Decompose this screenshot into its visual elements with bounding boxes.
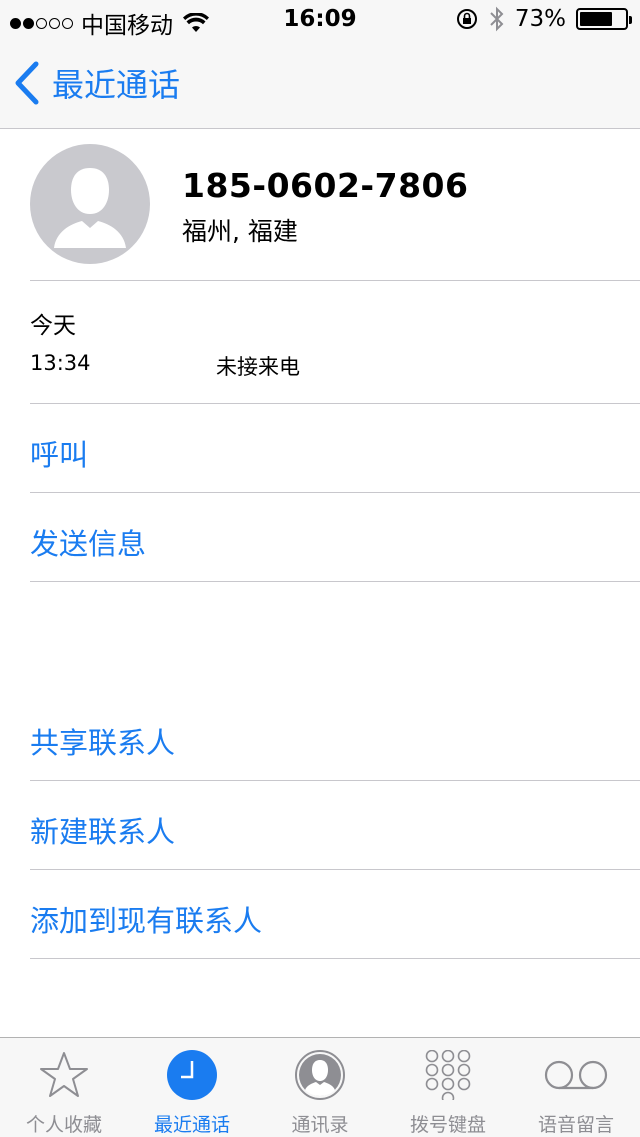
tab-label: 最近通话 [153, 1114, 230, 1136]
contact-phone-number: 185-0602-7806 [182, 166, 469, 205]
tab-voicemail[interactable]: 语音留言 [512, 1038, 640, 1137]
avatar [30, 144, 150, 264]
back-label: 最近通话 [52, 66, 181, 104]
battery-percent: 73% [514, 6, 566, 32]
person-silhouette-icon [54, 168, 126, 248]
contact-location: 福州, 福建 [182, 217, 298, 246]
bluetooth-icon [490, 6, 504, 32]
rotation-lock-icon [456, 9, 477, 29]
divider [30, 280, 640, 281]
tab-label: 拨号键盘 [409, 1114, 486, 1136]
divider [30, 403, 640, 404]
status-right: 73% [455, 6, 632, 32]
status-bar: 中国移动 16:09 73% [0, 0, 640, 40]
clock-icon [167, 1050, 217, 1100]
tab-label: 语音留言 [537, 1114, 614, 1136]
tab-label: 通讯录 [291, 1114, 349, 1136]
call-type: 未接来电 [216, 355, 300, 379]
tab-recents[interactable]: 最近通话 [128, 1038, 256, 1137]
call-day: 今天 [30, 313, 76, 339]
tab-keypad[interactable]: 拨号键盘 [384, 1038, 512, 1137]
divider [30, 780, 640, 781]
tab-favorites[interactable]: 个人收藏 [0, 1038, 128, 1137]
send-message-button[interactable]: 发送信息 [30, 521, 146, 563]
call-time: 13:34 [30, 351, 91, 375]
add-to-existing-contact-button[interactable]: 添加到现有联系人 [30, 898, 262, 940]
back-button[interactable]: 最近通话 [14, 60, 180, 106]
voicemail-icon [544, 1060, 608, 1090]
keypad-icon [425, 1050, 471, 1100]
battery-icon [576, 8, 632, 30]
contacts-icon [295, 1050, 345, 1100]
tab-contacts[interactable]: 通讯录 [256, 1038, 384, 1137]
navigation-bar: 最近通话 [0, 40, 640, 129]
call-button[interactable]: 呼叫 [30, 432, 88, 474]
tab-bar: 个人收藏 最近通话 通讯录 拨号键盘 语音留言 [0, 1037, 640, 1137]
divider [30, 492, 640, 493]
star-icon [40, 1052, 88, 1097]
divider [30, 581, 640, 582]
divider [30, 869, 640, 870]
divider [30, 958, 640, 959]
share-contact-button[interactable]: 共享联系人 [30, 720, 175, 762]
chevron-left-icon [15, 61, 39, 105]
tab-label: 个人收藏 [25, 1114, 102, 1136]
new-contact-button[interactable]: 新建联系人 [30, 809, 175, 851]
